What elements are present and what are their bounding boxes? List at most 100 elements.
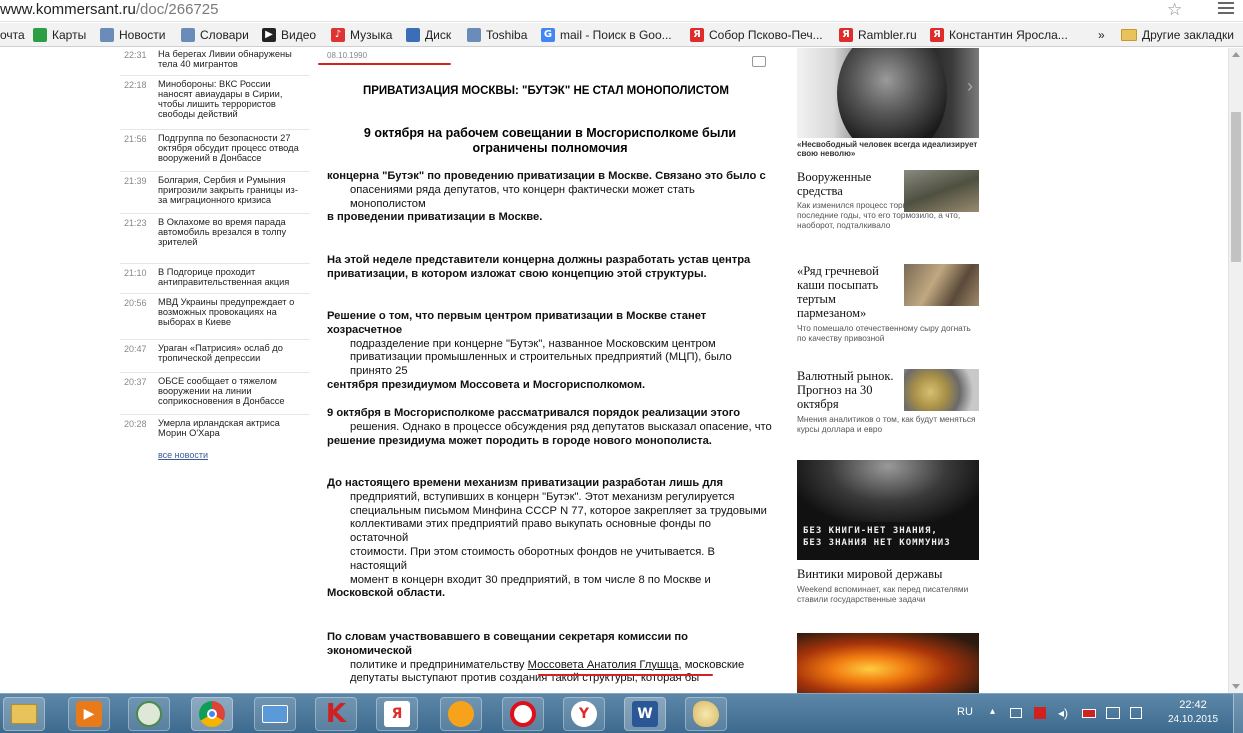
news-headline[interactable]: Подгруппа по безопасности 27 октября обс… <box>158 133 306 163</box>
sidebar-item-title[interactable]: Вооруженные средства <box>797 170 899 198</box>
sidebar-item[interactable]: БЕЗ КНИГИ-НЕТ ЗНАНИЯ, БЕЗ ЗНАНИЯ НЕТ КОМ… <box>797 460 979 604</box>
painting-thumbnail[interactable] <box>904 264 979 306</box>
bookmark-item[interactable]: Словари <box>181 27 249 43</box>
taskbar-opera-button[interactable] <box>502 697 544 731</box>
sidebar-item[interactable]: Валютный рынок. Прогноз на 30 октября Мн… <box>797 369 979 434</box>
taskbar-media-button[interactable]: ▶ <box>68 697 110 731</box>
news-time: 20:37 <box>124 377 147 387</box>
article-line: в проведении приватизации в Москве. <box>327 211 543 224</box>
news-item[interactable]: 21:10 В Подгорице проходит антиправительс… <box>120 266 310 294</box>
fire-image[interactable] <box>797 633 979 693</box>
article-line: решение президиума может породить в горо… <box>327 434 712 447</box>
bookmark-item[interactable]: Другие закладки <box>1121 27 1234 43</box>
taskbar-security-button[interactable] <box>128 697 170 731</box>
news-headline[interactable]: Минобороны: ВКС России наносят авиаудары… <box>158 79 306 119</box>
url-field[interactable]: www.kommersant.ru/doc/266725 <box>0 1 218 18</box>
sidebar-item-title[interactable]: «Ряд гречневой каши посыпать тертым парм… <box>797 264 899 320</box>
media-player-icon: ▶ <box>76 701 102 727</box>
scroll-down-icon[interactable] <box>1232 684 1240 689</box>
taskbar-paint-button[interactable] <box>685 697 727 731</box>
article-paragraph: По словам участвовавшего в совещании сек… <box>327 631 772 686</box>
taskbar-yandex-button[interactable]: Я <box>376 697 418 731</box>
url-path: /doc/266725 <box>135 1 219 18</box>
language-indicator[interactable]: RU <box>957 706 973 733</box>
news-headline[interactable]: Болгария, Сербия и Румыния пригрозили за… <box>158 175 306 205</box>
taskbar-mail-button[interactable] <box>254 697 296 731</box>
news-time: 20:28 <box>124 419 147 429</box>
poster-image[interactable]: БЕЗ КНИГИ-НЕТ ЗНАНИЯ, БЕЗ ЗНАНИЯ НЕТ КОМ… <box>797 460 979 560</box>
bookmark-item[interactable]: Карты <box>33 27 86 43</box>
news-item[interactable]: 20:56 МВД Украины предупреждает о возможн… <box>120 296 310 340</box>
next-arrow-icon[interactable]: › <box>967 76 973 97</box>
sidebar-item-title[interactable]: Винтики мировой державы <box>797 567 979 581</box>
news-item[interactable]: 20:47 Ураган «Патрисия» ослаб до тропичес… <box>120 342 310 373</box>
all-news-link[interactable]: все новости <box>158 450 208 460</box>
taskbar-word-button[interactable]: W <box>624 697 666 731</box>
network-icon[interactable] <box>1010 708 1022 718</box>
news-headline[interactable]: МВД Украины предупреждает о возможных пр… <box>158 297 306 327</box>
news-headline[interactable]: На берегах Ливии обнаружены тела 40 мигр… <box>158 49 306 69</box>
article-paragraph: концерна "Бутэк" по проведению приватиза… <box>327 170 772 225</box>
news-headline[interactable]: Ураган «Патрисия» ослаб до тропической д… <box>158 343 306 363</box>
show-desktop-button[interactable] <box>1233 694 1243 733</box>
sidebar-item[interactable]: Вооруженные средства Как изменился проце… <box>797 170 979 230</box>
taskbar-kaspersky-button[interactable]: K <box>315 697 357 731</box>
bookmark-item[interactable]: Toshiba <box>467 27 527 43</box>
news-item[interactable]: 21:56 Подгруппа по безопасности 27 октябр… <box>120 132 310 172</box>
scroll-thumb[interactable] <box>1231 112 1241 262</box>
battery-icon[interactable] <box>1082 709 1096 718</box>
news-headline[interactable]: В Оклахоме во время парада автомобиль вр… <box>158 217 306 247</box>
hero-caption[interactable]: «Несвободный человек всегда идеализирует… <box>797 140 979 158</box>
news-item[interactable]: 22:31 На берегах Ливии обнаружены тела 40… <box>120 48 310 76</box>
news-item[interactable]: 20:28 Умерла ирландская актриса Морин О'Х… <box>120 417 310 445</box>
bookmark-label: mail - Поиск в Goo... <box>560 28 672 42</box>
bookmark-item[interactable]: Я Собор Псково-Печ... <box>690 27 823 43</box>
screen: www.kommersant.ru/doc/266725 ☆ очта Карты… <box>0 0 1243 733</box>
tray-expand-icon[interactable]: ▴ <box>990 706 995 733</box>
bookmark-item[interactable]: Я Rambler.ru <box>839 27 917 43</box>
news-headline[interactable]: Умерла ирландская актриса Морин О'Хара <box>158 418 306 438</box>
bookmark-star-icon[interactable]: ☆ <box>1167 0 1182 20</box>
news-headline[interactable]: ОБСЕ сообщает о тяжелом вооружении на ли… <box>158 376 306 406</box>
bookmark-item[interactable]: Я Константин Яросла... <box>930 27 1068 43</box>
maps-icon <box>33 28 47 42</box>
bookmark-item[interactable]: ▶ Видео <box>262 27 316 43</box>
display-icon[interactable] <box>1106 707 1120 719</box>
hero-portrait-image[interactable]: › <box>797 48 979 138</box>
news-item[interactable]: 22:18 Минобороны: ВКС России наносят авиа… <box>120 78 310 130</box>
address-bar[interactable]: www.kommersant.ru/doc/266725 ☆ <box>0 0 1243 22</box>
page-icon <box>467 28 481 42</box>
taskbar-yandex-browser-button[interactable]: Y <box>563 697 605 731</box>
menu-icon[interactable] <box>1218 2 1234 16</box>
notification-icon[interactable] <box>1130 707 1142 719</box>
volume-icon[interactable]: ◂) <box>1058 706 1068 733</box>
sidebar-item-title[interactable]: Валютный рынок. Прогноз на 30 октября <box>797 369 901 411</box>
news-time: 22:31 <box>124 50 147 60</box>
comment-icon[interactable] <box>752 56 766 67</box>
taskbar-ok-button[interactable] <box>440 697 482 731</box>
bookmark-item[interactable]: Новости <box>100 27 165 43</box>
news-headline[interactable]: В Подгорице проходит антиправительственн… <box>158 267 306 287</box>
sidebar-item[interactable]: «Ряд гречневой каши посыпать тертым парм… <box>797 264 979 343</box>
news-item[interactable]: 21:39 Болгария, Сербия и Румыния пригрози… <box>120 174 310 214</box>
article-line: коллективами этих предприятий право выку… <box>350 518 712 545</box>
news-item[interactable]: 21:23 В Оклахоме во время парада автомоби… <box>120 216 310 264</box>
news-time: 22:18 <box>124 80 147 90</box>
news-item[interactable]: 20:37 ОБСЕ сообщает о тяжелом вооружении … <box>120 375 310 415</box>
euro-coin-thumbnail[interactable] <box>904 369 979 411</box>
bookmark-label: Rambler.ru <box>858 28 917 42</box>
bookmark-item[interactable]: » <box>1098 27 1105 43</box>
taskbar-explorer-button[interactable] <box>3 697 45 731</box>
bookmark-item[interactable]: очта <box>0 27 25 43</box>
vertical-scrollbar[interactable] <box>1228 48 1243 693</box>
clock-date[interactable]: 24.10.2015 <box>1160 714 1226 733</box>
scroll-up-icon[interactable] <box>1232 52 1240 57</box>
bookmark-item[interactable]: Gmail - Поиск в Goo... <box>541 27 672 43</box>
bookmark-item[interactable]: ♪ Музыка <box>331 27 392 43</box>
antivirus-tray-icon[interactable] <box>1034 707 1046 719</box>
article-paragraph: 9 октября в Мосгорисполкоме рассматривал… <box>327 407 772 448</box>
disk-icon <box>406 28 420 42</box>
bookmark-item[interactable]: Диск <box>406 27 451 43</box>
taskbar-chrome-button[interactable] <box>191 697 233 731</box>
weapons-thumbnail[interactable] <box>904 170 979 212</box>
